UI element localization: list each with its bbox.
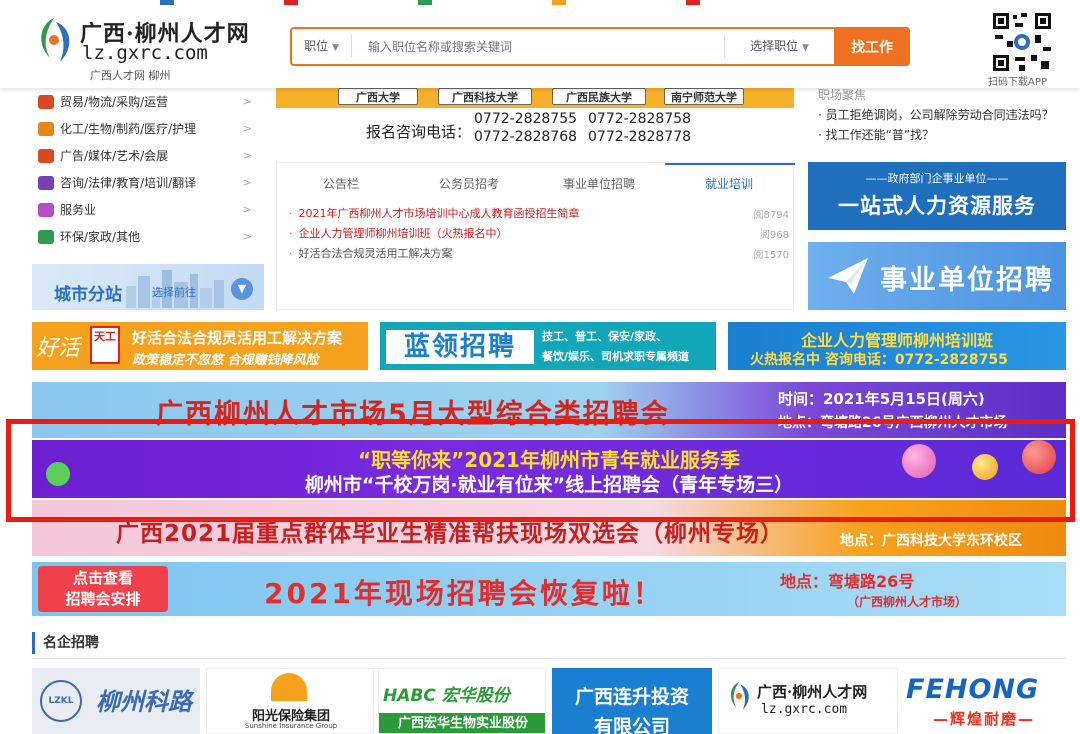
news-item[interactable]: · 2021年广西柳州人才市场培训中心成人教育函授招生简章 阅8794: [289, 203, 789, 223]
section-divider: [32, 658, 1066, 659]
category-item[interactable]: 咨询/法律/教育/培训/翻译 >: [32, 169, 264, 196]
chevron-down-icon: ▼: [801, 43, 809, 53]
university-tag: 广西科技大学: [438, 88, 532, 105]
news-panel: 公告栏 公务员招考 事业单位招聘 就业培训 · 2021年广西柳州人才市场培训中心…: [276, 162, 795, 310]
city-branch-link[interactable]: 选择前往: [152, 284, 196, 300]
youth-employment-banner[interactable]: “职等你来”2021年柳州市青年就业服务季 柳州市“千校万岗·就业有位来”线上招…: [32, 440, 1066, 498]
logo-domain: lz.gxrc.com: [82, 42, 208, 64]
category-icon: [38, 94, 54, 109]
city-branch-banner[interactable]: 城市分站 选择前往 ▼: [32, 264, 264, 310]
position-select[interactable]: 选择职位 ▼: [724, 35, 834, 58]
top-color-strip: [0, 0, 1080, 6]
find-job-button[interactable]: 找工作: [834, 27, 910, 66]
news-item[interactable]: · 好活合法合规灵活用工解决方案 阅1570: [289, 243, 789, 263]
tab-bulletin[interactable]: 公告栏: [323, 175, 359, 192]
category-item[interactable]: 化工/生物/制药/医疗/护理 >: [32, 115, 264, 142]
chevron-right-icon: >: [242, 230, 252, 243]
category-item[interactable]: 广告/媒体/艺术/会展 >: [32, 142, 264, 169]
phone-number: 0772-2828768: [474, 129, 578, 145]
search-bar: 职位 ▼ 选择职位 ▼ 找工作: [290, 27, 910, 66]
logo-subtitle: 广西人才网 柳州: [90, 69, 171, 82]
university-tag: 广西大学: [338, 88, 418, 105]
tab-civil-service[interactable]: 公务员招考: [439, 175, 499, 192]
famous-companies-title: 名企招聘: [32, 632, 99, 654]
category-icon: [38, 148, 54, 163]
chevron-right-icon: >: [242, 203, 252, 216]
category-item[interactable]: 服务业 >: [32, 196, 264, 223]
site-header: 广西·柳州人才网 lz.gxrc.com 广西人才网 柳州 职位 ▼ 选择职位 …: [0, 0, 1080, 88]
news-item[interactable]: · 企业人力管理师柳州培训班（火热报名中） 阅968: [289, 223, 789, 243]
category-item[interactable]: 贸易/物流/采购/运营 >: [32, 88, 264, 115]
paper-plane-icon: [828, 258, 868, 294]
right-news-item[interactable]: · 员工拒绝调岗，公司解除劳动合同违法吗？: [818, 106, 1054, 123]
category-icon: [38, 121, 54, 136]
company-logo[interactable]: LZKL 柳州科路: [32, 668, 200, 734]
tab-institution-recruit[interactable]: 事业单位招聘: [563, 175, 635, 192]
chevron-right-icon: >: [242, 95, 252, 108]
right-news-heading: 职场聚焦: [818, 88, 867, 102]
company-logo[interactable]: 阳光保险集团 Sunshine Insurance Group: [206, 668, 374, 734]
logo-swirl-icon: [41, 18, 70, 62]
chevron-down-icon[interactable]: ▼: [231, 278, 253, 300]
chevron-right-icon: >: [242, 176, 252, 189]
university-banner[interactable]: 广西大学 广西科技大学 广西民族大学 南宁师范大学 报名咨询电话： 0772-2…: [276, 88, 794, 152]
search-input[interactable]: [352, 31, 724, 62]
city-branch-title: 城市分站: [54, 285, 122, 305]
hr-service-banner[interactable]: ——政府部门企事业单位—— 一站式人力资源服务: [808, 162, 1066, 230]
qr-label: 扫码下载APP: [988, 77, 1047, 88]
right-news-item[interactable]: · 找工作还能“普”找？: [818, 126, 934, 143]
category-icon: [38, 202, 54, 217]
blue-collar-banner[interactable]: 蓝领招聘 技工、普工、保安/家政、 餐饮/娱乐、司机求职专属频道: [380, 322, 716, 370]
view-fair-schedule-button[interactable]: 点击查看 招聘会安排: [38, 566, 168, 612]
university-tag: 南宁师范大学: [664, 88, 744, 105]
tab-employment-training[interactable]: 就业培训: [705, 175, 753, 192]
qr-code-icon[interactable]: [991, 11, 1053, 73]
search-category-select[interactable]: 职位 ▼: [292, 35, 352, 58]
hr-training-banner[interactable]: 企业人力管理师柳州培训班 火热报名中 咨询电话：0772-2828755: [728, 322, 1066, 370]
flex-work-banner[interactable]: 好活 天工 好活合法合规灵活用工解决方案 政策稳定不忽悠 合规赚钱降风险: [32, 322, 368, 370]
company-logo[interactable]: 广西连升投资 有限公司: [552, 668, 712, 734]
may-job-fair-banner[interactable]: 广西柳州人才市场5月大型综合类招聘会 时间：2021年5月15日(周六) 地点：…: [32, 382, 1066, 438]
sun-icon: [271, 673, 307, 701]
company-logo[interactable]: FEHONG —辉煌耐磨—: [902, 668, 1066, 734]
phone-number: 0772-2828755: [474, 111, 578, 127]
site-logo[interactable]: 广西·柳州人才网 lz.gxrc.com 广西人才网 柳州: [32, 10, 252, 84]
chevron-down-icon: ▼: [331, 43, 339, 53]
onsite-fair-resumed-banner[interactable]: 点击查看 招聘会安排 2021年现场招聘会恢复啦！ 地点：弯塘路26号 （广西柳州…: [32, 562, 1066, 616]
category-icon: [38, 175, 54, 190]
active-tab-indicator: [665, 163, 795, 165]
institution-recruit-banner[interactable]: 事业单位招聘: [808, 242, 1066, 310]
tiangong-stamp: 天工: [90, 326, 120, 364]
phone-number: 0772-2828758: [588, 111, 692, 127]
news-tabs: 公告栏 公务员招考 事业单位招聘 就业培训: [277, 163, 795, 203]
company-logo[interactable]: HABC 宏华股份 广西宏华生物实业股份: [378, 668, 546, 734]
chevron-right-icon: >: [242, 122, 252, 135]
right-news: 职场聚焦 · 员工拒绝调岗，公司解除劳动合同违法吗？ · 找工作还能“普”找？: [808, 80, 1068, 152]
university-tag: 广西民族大学: [552, 88, 646, 105]
haohuo-logo: 好活: [36, 336, 81, 361]
chevron-right-icon: >: [242, 149, 252, 162]
category-icon: [38, 229, 54, 244]
phone-number: 0772-2828778: [588, 129, 692, 145]
category-item[interactable]: 环保/家政/其他 >: [32, 223, 264, 250]
phone-label: 报名咨询电话：: [366, 123, 472, 141]
company-logo[interactable]: 广西·柳州人才网 lz.gxrc.com: [718, 668, 898, 734]
logo-swirl-icon: [730, 682, 749, 710]
graduate-fair-banner[interactable]: 广西2021届重点群体毕业生精准帮扶现场双选会（柳州专场） 地点：广西科技大学东…: [32, 500, 1066, 556]
lzkl-mark: LZKL: [40, 680, 82, 722]
